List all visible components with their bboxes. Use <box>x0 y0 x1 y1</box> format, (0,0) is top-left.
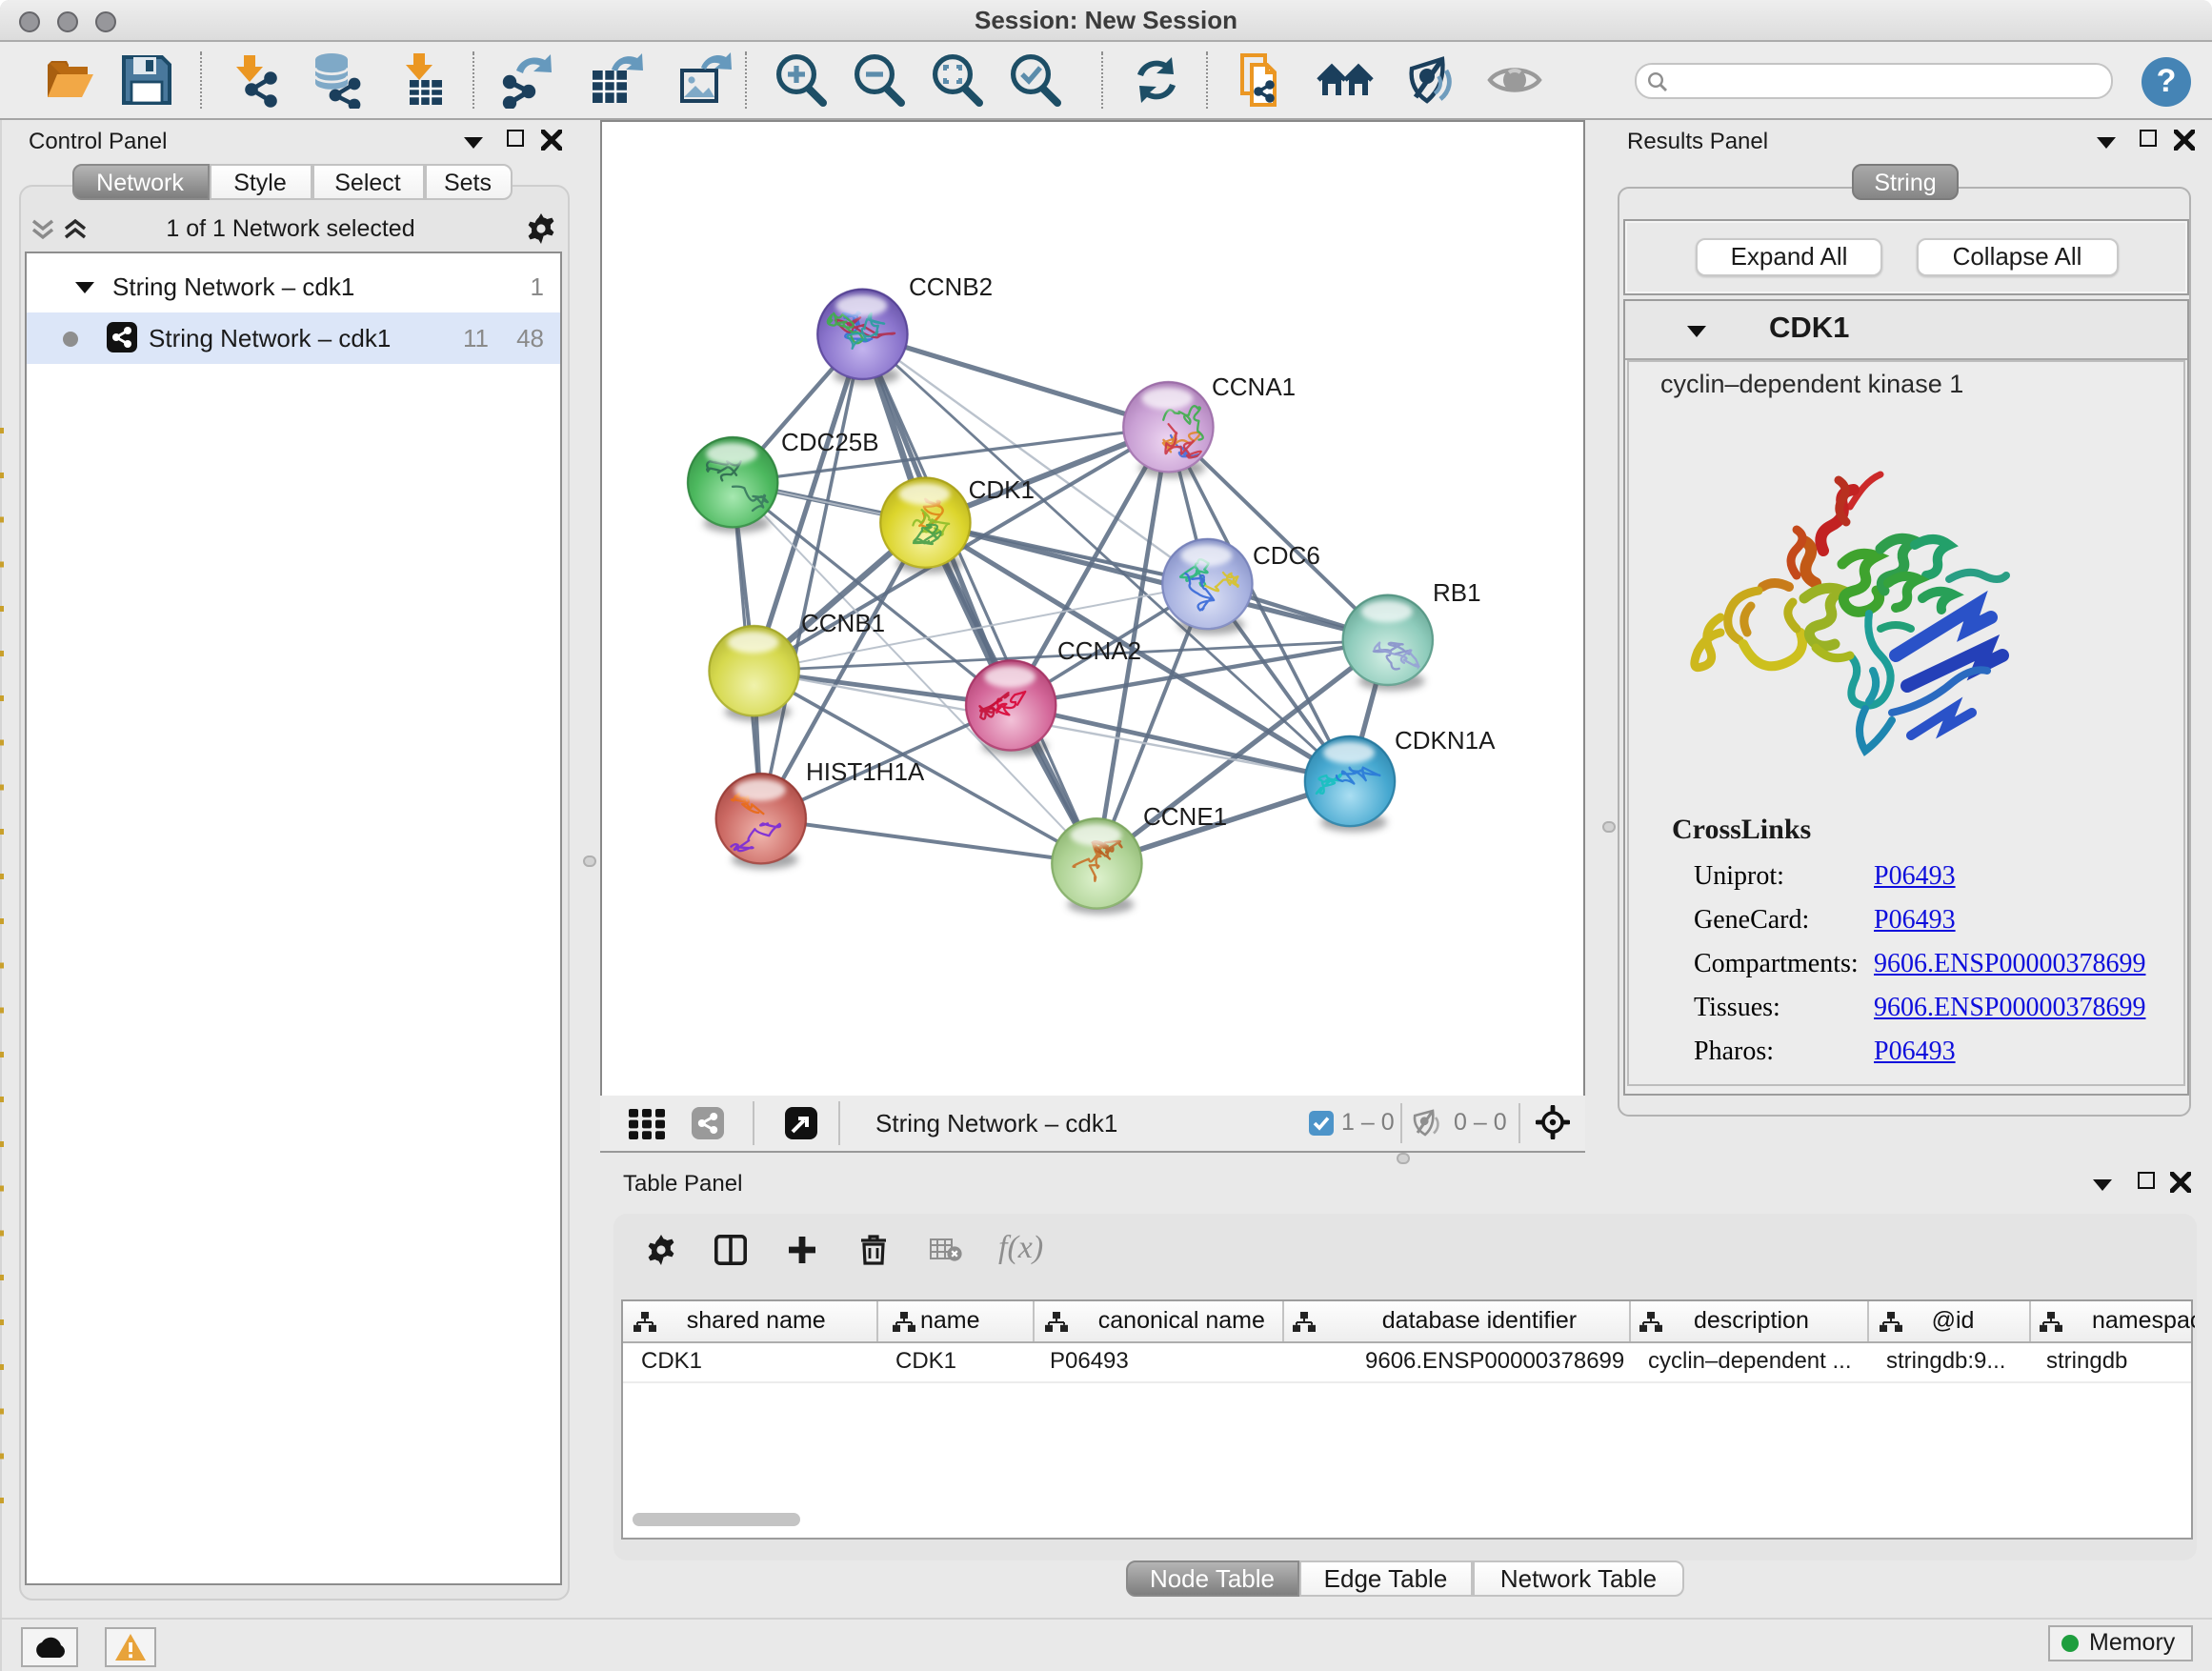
svg-text:CDK1: CDK1 <box>969 474 1035 503</box>
svg-text:CCNA2: CCNA2 <box>1057 635 1141 664</box>
svg-text:RB1: RB1 <box>1433 577 1481 606</box>
svg-text:CCNB2: CCNB2 <box>909 272 993 300</box>
svg-text:CCNA1: CCNA1 <box>1212 372 1296 400</box>
svg-text:CCNE1: CCNE1 <box>1143 801 1227 830</box>
svg-text:CDC25B: CDC25B <box>781 427 879 455</box>
svg-text:CDC6: CDC6 <box>1253 540 1320 569</box>
svg-text:CCNB1: CCNB1 <box>801 608 885 636</box>
svg-text:CDKN1A: CDKN1A <box>1395 725 1496 754</box>
svg-text:HIST1H1A: HIST1H1A <box>806 756 925 785</box>
